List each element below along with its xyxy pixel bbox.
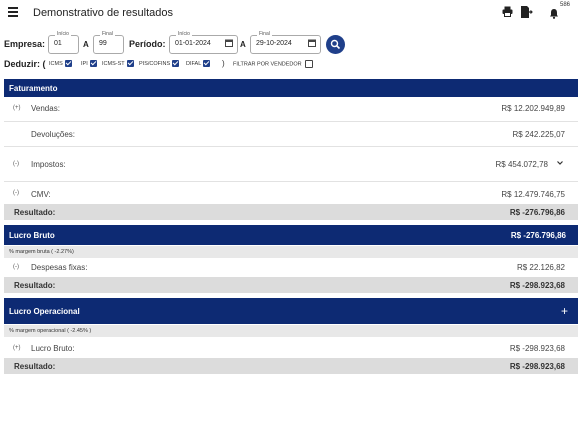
- lucro-bruto-header: Lucro Bruto R$ -276.796,86: [4, 225, 578, 245]
- margin-text: % margem operacional ( -2.45% ): [9, 328, 92, 334]
- notification-count: 586: [560, 2, 571, 8]
- sign-plus: (+): [13, 345, 21, 351]
- vendas-row: (+) Vendas: R$ 12.202.949,89: [4, 97, 578, 122]
- field-value: 99: [99, 40, 107, 47]
- checkbox-checked[interactable]: [203, 60, 211, 67]
- lucro-bruto-resultado-row: Resultado: R$ -298.923,68: [4, 277, 578, 293]
- calendar-icon[interactable]: [225, 39, 233, 49]
- row-value: R$ 242.225,07: [512, 130, 566, 139]
- row-value: R$ -298.923,68: [509, 362, 565, 371]
- checkbox-label: ICMS: [49, 60, 63, 67]
- bell-icon[interactable]: [549, 8, 559, 22]
- row-value: R$ 454.072,78: [495, 160, 549, 169]
- margin-text: % margem bruta ( -2.27%): [9, 249, 74, 255]
- checkbox-filtrar-vendedor[interactable]: FILTRAR POR VENDEDOR: [233, 60, 313, 68]
- sign-plus: (+): [13, 105, 21, 111]
- margem-bruta: % margem bruta ( -2.27%): [4, 246, 578, 258]
- deduzir-label: Deduzir: (: [4, 59, 46, 69]
- close-paren: ): [222, 59, 225, 68]
- checkbox-checked[interactable]: [64, 60, 72, 67]
- periodo-inicio-field[interactable]: Início 01-01-2024: [169, 31, 238, 54]
- row-label: Despesas fixas:: [31, 263, 88, 272]
- faturamento-resultado-row: Resultado: R$ -276.796,86: [4, 204, 578, 220]
- checkbox-label: IPI: [81, 60, 88, 67]
- menu-icon[interactable]: [8, 7, 18, 17]
- row-label: Resultado:: [14, 281, 56, 290]
- calendar-icon[interactable]: [308, 39, 316, 49]
- despesas-row: (-) Despesas fixas: R$ 22.126,82: [4, 259, 578, 276]
- row-value: R$ 12.202.949,89: [501, 104, 565, 113]
- devolucoes-row: Devoluções: R$ 242.225,07: [4, 122, 578, 147]
- field-value: 01: [54, 40, 62, 47]
- field-caption: Final: [100, 31, 115, 37]
- checkbox-icms-st[interactable]: ICMS-ST: [102, 60, 134, 67]
- row-value: R$ -298.923,68: [509, 281, 565, 290]
- row-value: R$ 22.126,82: [516, 263, 565, 272]
- empresa-final-field[interactable]: Final 99: [93, 31, 124, 54]
- checkbox-checked[interactable]: [126, 60, 134, 67]
- empresa-inicio-field[interactable]: Início 01: [48, 31, 79, 54]
- app-header: Demonstrativo de resultados 586: [0, 0, 582, 28]
- range-separator: A: [83, 40, 89, 49]
- page-title: Demonstrativo de resultados: [33, 7, 174, 19]
- row-value: R$ -276.796,86: [509, 208, 565, 217]
- checkbox-checked[interactable]: [172, 60, 180, 67]
- row-label: Vendas:: [31, 104, 60, 113]
- section-title: Faturamento: [9, 84, 58, 93]
- file-export-icon[interactable]: [520, 6, 533, 21]
- periodo-final-field[interactable]: Final 29-10-2024: [250, 31, 321, 54]
- field-value: 01-01-2024: [175, 40, 211, 47]
- field-caption: Final: [257, 31, 272, 37]
- field-caption: Início: [55, 31, 71, 37]
- checkbox-label: DIFAL: [186, 60, 202, 67]
- checkbox-pis-cofins[interactable]: PIS/COFINS: [139, 60, 180, 67]
- range-separator: A: [240, 40, 246, 49]
- row-label: CMV:: [31, 190, 51, 199]
- row-label: Resultado:: [14, 362, 56, 371]
- sign-minus: (-): [13, 264, 19, 270]
- checkbox-label: ICMS-ST: [102, 60, 125, 67]
- row-label: Impostos:: [31, 160, 66, 169]
- section-title: Lucro Operacional: [9, 307, 80, 316]
- section-value: R$ -276.796,86: [510, 231, 566, 240]
- checkbox-label: FILTRAR POR VENDEDOR: [233, 61, 302, 68]
- lucro-operacional-resultado-row: Resultado: R$ -298.923,68: [4, 358, 578, 374]
- field-value: 29-10-2024: [256, 40, 292, 47]
- row-value: R$ -298.923,68: [509, 344, 565, 353]
- sign-minus: (-): [13, 161, 19, 167]
- checkbox-icms[interactable]: ICMS: [49, 60, 72, 67]
- faturamento-header: Faturamento: [4, 79, 578, 97]
- chevron-down-icon[interactable]: [556, 159, 564, 169]
- row-value: R$ 12.479.746,75: [501, 190, 565, 199]
- checkbox-checked[interactable]: [89, 60, 97, 67]
- deduzir-bar: Deduzir: ( ICMS IPI ICMS-ST PIS/COFINS D…: [4, 59, 578, 71]
- margem-operacional: % margem operacional ( -2.45% ): [4, 325, 578, 337]
- search-icon: [330, 39, 341, 50]
- printer-icon[interactable]: [502, 6, 513, 20]
- checkbox-ipi[interactable]: IPI: [81, 60, 97, 67]
- lucro-operacional-header[interactable]: Lucro Operacional +: [4, 298, 578, 324]
- search-button[interactable]: [326, 35, 345, 54]
- periodo-label: Período:: [129, 39, 166, 49]
- row-label: Resultado:: [14, 208, 56, 217]
- row-label: Devoluções:: [31, 130, 76, 139]
- sign-minus: (-): [13, 190, 19, 196]
- section-title: Lucro Bruto: [9, 231, 55, 240]
- impostos-row[interactable]: (-) Impostos: R$ 454.072,78: [4, 147, 578, 182]
- lucro-bruto-row: (+) Lucro Bruto: R$ -298.923,68: [4, 339, 578, 358]
- empresa-label: Empresa:: [4, 39, 46, 49]
- field-caption: Início: [176, 31, 192, 37]
- cmv-row: (-) CMV: R$ 12.479.746,75: [4, 182, 578, 204]
- checkbox-difal[interactable]: DIFAL: [186, 60, 211, 67]
- checkbox-label: PIS/COFINS: [139, 60, 171, 67]
- plus-icon[interactable]: +: [561, 304, 568, 318]
- checkbox-unchecked[interactable]: [304, 60, 313, 68]
- row-label: Lucro Bruto:: [31, 344, 75, 353]
- filter-bar: Empresa: Início 01 A Final 99 Período: I…: [4, 31, 578, 56]
